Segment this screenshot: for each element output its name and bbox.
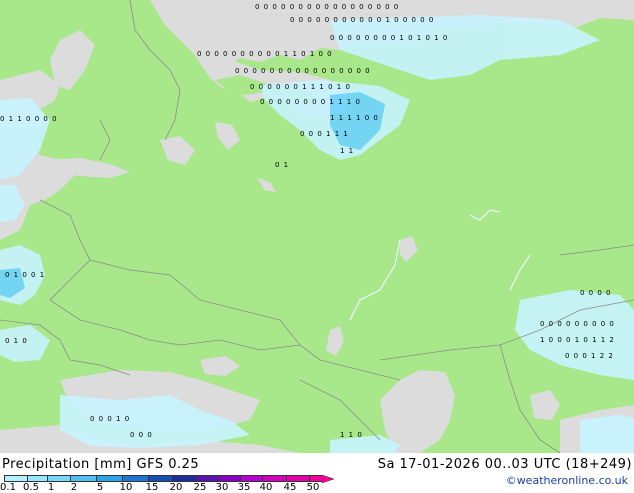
legend-arrow-icon bbox=[322, 474, 335, 484]
legend-swatch bbox=[148, 475, 172, 482]
lake-ladoga bbox=[160, 136, 195, 165]
caspian-sea bbox=[380, 370, 455, 453]
legend-swatch bbox=[172, 475, 196, 482]
lake-rybinsk bbox=[400, 236, 418, 262]
grid-value-row: 0 0 0 0 0 0 1 1 1 0 1 0 bbox=[250, 83, 351, 91]
grid-value-row: 0 0 0 0 0 0 0 0 1 1 1 0 bbox=[260, 98, 361, 106]
legend-swatch bbox=[262, 475, 286, 482]
color-legend: 0.1 0.5 1 2 5 10 15 20 25 30 35 40 45 50 bbox=[0, 473, 335, 493]
grid-value-row: 0 0 0 0 0 0 0 0 0 0 0 0 0 0 0 0 bbox=[235, 67, 371, 75]
grid-value-row: 0 0 0 1 0 bbox=[90, 415, 131, 423]
grid-value-row: 0 0 0 1 2 2 bbox=[565, 352, 614, 360]
lake-onega bbox=[215, 122, 240, 150]
grid-value-row: 1 1 bbox=[340, 147, 355, 155]
legend-swatch bbox=[286, 475, 309, 482]
legend-swatch bbox=[4, 475, 27, 482]
legend-swatch bbox=[240, 475, 262, 482]
legend-tick-label: 0.1 bbox=[0, 482, 16, 493]
legend-swatch bbox=[96, 475, 122, 482]
grid-value-row: 0 0 0 0 bbox=[580, 289, 612, 297]
legend-swatch bbox=[309, 475, 322, 482]
grid-value-row: 1 1 0 bbox=[340, 431, 363, 439]
legend-tick-label: 30 bbox=[215, 482, 229, 493]
legend-tick-label: 0.5 bbox=[23, 482, 39, 493]
legend-swatch bbox=[70, 475, 96, 482]
legend-swatch bbox=[47, 475, 70, 482]
legend-swatch bbox=[122, 475, 148, 482]
gulf-of-bothnia bbox=[50, 30, 95, 90]
legend-tick-label: 40 bbox=[259, 482, 273, 493]
legend-swatch bbox=[196, 475, 218, 482]
grid-value-row: 0 0 0 0 0 0 0 0 0 0 1 1 0 1 0 0 bbox=[197, 50, 333, 58]
aral-sea bbox=[530, 390, 560, 420]
precipitation-map: 0 0 0 0 0 0 0 0 0 0 0 0 0 0 0 0 0 0 0 0 … bbox=[0, 0, 634, 453]
lake-small bbox=[258, 178, 276, 192]
legend-tick-label: 50 bbox=[306, 482, 320, 493]
legend-tick-label: 35 bbox=[237, 482, 251, 493]
legend-swatch bbox=[218, 475, 240, 482]
grid-value-row: 0 0 0 1 1 1 bbox=[300, 130, 349, 138]
legend-tick-label: 2 bbox=[70, 482, 78, 493]
legend-tick-label: 20 bbox=[169, 482, 183, 493]
legend-swatch bbox=[27, 475, 47, 482]
grid-value-row: 0 1 bbox=[275, 161, 290, 169]
grid-value-row: 1 1 1 1 0 0 bbox=[330, 114, 379, 122]
grid-value-row: 0 1 0 bbox=[5, 337, 28, 345]
grid-value-row: 0 0 0 bbox=[130, 431, 153, 439]
validity-time: Sa 17-01-2026 00..03 UTC (18+249) bbox=[377, 457, 632, 472]
map-footer: Precipitation [mm] GFS 0.25 Sa 17-01-202… bbox=[0, 453, 634, 493]
legend-tick-label: 1 bbox=[47, 482, 55, 493]
grid-value-row: 0 0 0 0 0 0 0 0 0 bbox=[540, 320, 615, 328]
grid-value-row: 0 1 0 0 1 bbox=[5, 271, 46, 279]
legend-tick-label: 45 bbox=[283, 482, 297, 493]
sea-of-azov bbox=[200, 356, 240, 376]
legend-tick-label: 15 bbox=[145, 482, 159, 493]
legend-tick-label: 10 bbox=[119, 482, 133, 493]
credit-link[interactable]: ©weatheronline.co.uk bbox=[506, 474, 628, 487]
legend-tick-label: 25 bbox=[193, 482, 207, 493]
grid-value-row: 0 0 0 0 0 0 0 0 1 0 1 0 1 0 bbox=[330, 34, 449, 42]
grid-value-row: 1 0 0 0 1 0 1 1 2 bbox=[540, 336, 615, 344]
lake-ural bbox=[326, 326, 344, 356]
legend-tick-label: 5 bbox=[96, 482, 104, 493]
grid-value-row: 0 0 0 0 0 0 0 0 0 0 0 0 0 0 0 0 0 bbox=[255, 3, 400, 11]
rivers bbox=[349, 209, 531, 321]
grid-value-row: 0 0 0 0 0 0 0 0 0 0 0 1 0 0 0 0 0 bbox=[290, 16, 435, 24]
map-title: Precipitation [mm] GFS 0.25 bbox=[2, 457, 200, 472]
grid-value-row: 0 1 1 0 0 0 0 bbox=[0, 115, 58, 123]
